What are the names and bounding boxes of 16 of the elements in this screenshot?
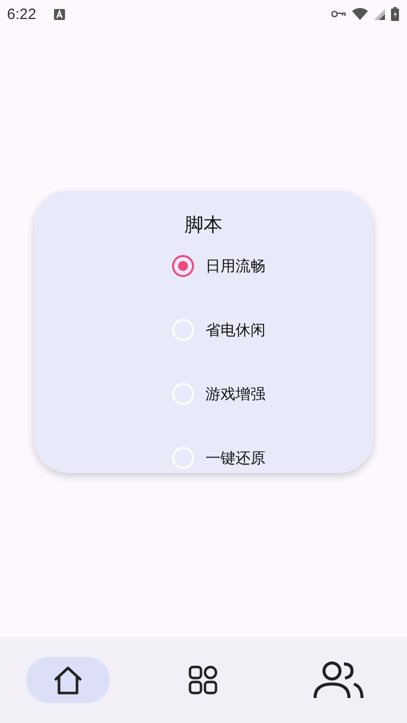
wifi-icon xyxy=(352,8,368,20)
radio-option[interactable]: 一键还原 xyxy=(172,445,266,471)
people-icon xyxy=(312,660,366,700)
home-icon xyxy=(52,665,84,695)
radio-button[interactable] xyxy=(172,255,194,277)
radio-option[interactable]: 日用流畅 xyxy=(172,253,266,279)
key-icon xyxy=(331,10,346,18)
home-tab[interactable] xyxy=(26,657,110,703)
radio-option[interactable]: 游戏增强 xyxy=(172,381,266,407)
radio-option[interactable]: 省电休闲 xyxy=(172,317,266,343)
notification-icon xyxy=(54,8,66,20)
battery-icon xyxy=(391,7,399,21)
signal-icon xyxy=(374,8,385,20)
dialog-title: 脚本 xyxy=(184,213,222,237)
grid-icon xyxy=(188,665,218,695)
status-time: 6:22 xyxy=(7,6,36,22)
